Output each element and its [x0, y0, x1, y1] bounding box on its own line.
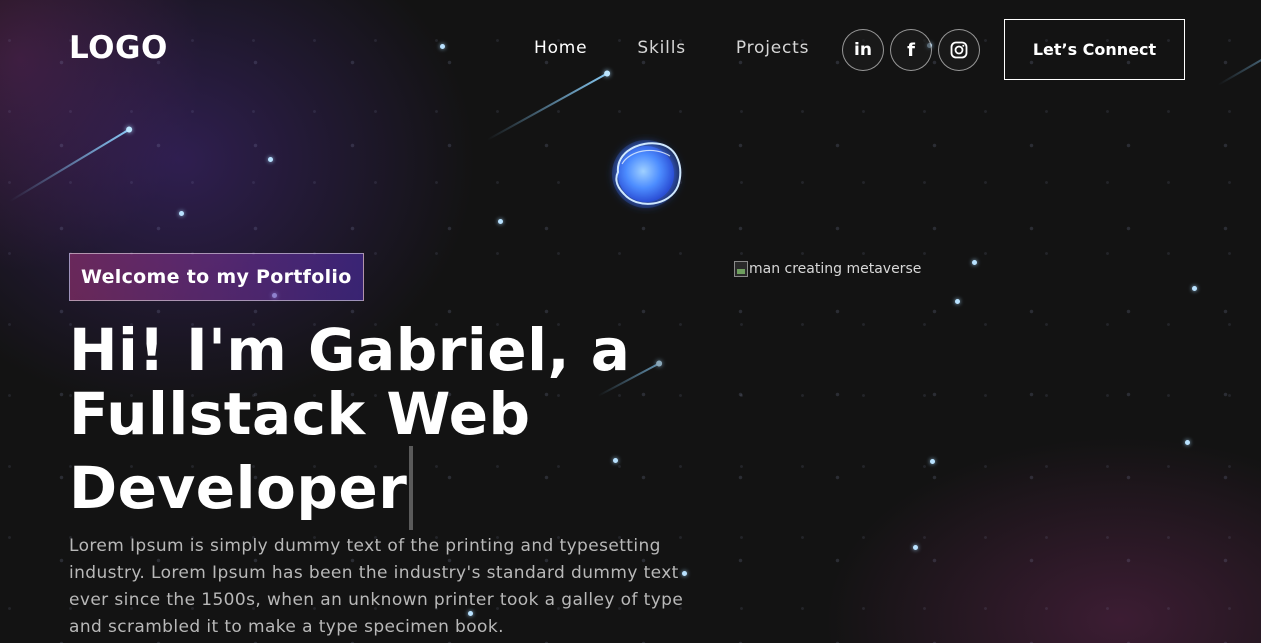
typing-cursor [409, 446, 414, 530]
meteor [486, 72, 609, 141]
hero-headline: Hi! I'm Gabriel, a Fullstack Web Develop… [69, 318, 669, 530]
star [955, 299, 960, 304]
star [913, 545, 918, 550]
logo[interactable]: LOGO [69, 30, 168, 66]
instagram-icon [950, 41, 968, 59]
nav-projects[interactable]: Projects [736, 38, 809, 58]
nav-home[interactable]: Home [534, 38, 587, 58]
hero-description: Lorem Ipsum is simply dummy text of the … [69, 536, 684, 637]
hero-image-alt: man creating metaverse [749, 261, 922, 277]
star [440, 44, 445, 49]
social-links: in f [842, 29, 980, 71]
linkedin-button[interactable]: in [842, 29, 884, 71]
star [1192, 286, 1197, 291]
star [498, 219, 503, 224]
tagline-badge: Welcome to my Portfolio [69, 253, 364, 301]
star [268, 157, 273, 162]
star [972, 260, 977, 265]
instagram-button[interactable] [938, 29, 980, 71]
page: LOGO Home Skills Projects in f Let’s Con… [0, 0, 1261, 643]
meteor [1217, 54, 1261, 86]
lets-connect-button[interactable]: Let’s Connect [1004, 19, 1185, 80]
meteor [9, 128, 131, 202]
broken-image-icon [734, 261, 748, 277]
facebook-button[interactable]: f [890, 29, 932, 71]
hero-headline-text: Hi! I'm Gabriel, a Fullstack Web Develop… [69, 316, 631, 522]
nav-skills[interactable]: Skills [637, 38, 685, 58]
star [179, 211, 184, 216]
planet-icon [612, 140, 682, 208]
star [930, 459, 935, 464]
main-nav: Home Skills Projects [534, 38, 859, 58]
linkedin-icon: in [854, 40, 872, 60]
star [1185, 440, 1190, 445]
facebook-icon: f [907, 39, 915, 61]
hero-image: man creating metaverse [734, 261, 921, 277]
